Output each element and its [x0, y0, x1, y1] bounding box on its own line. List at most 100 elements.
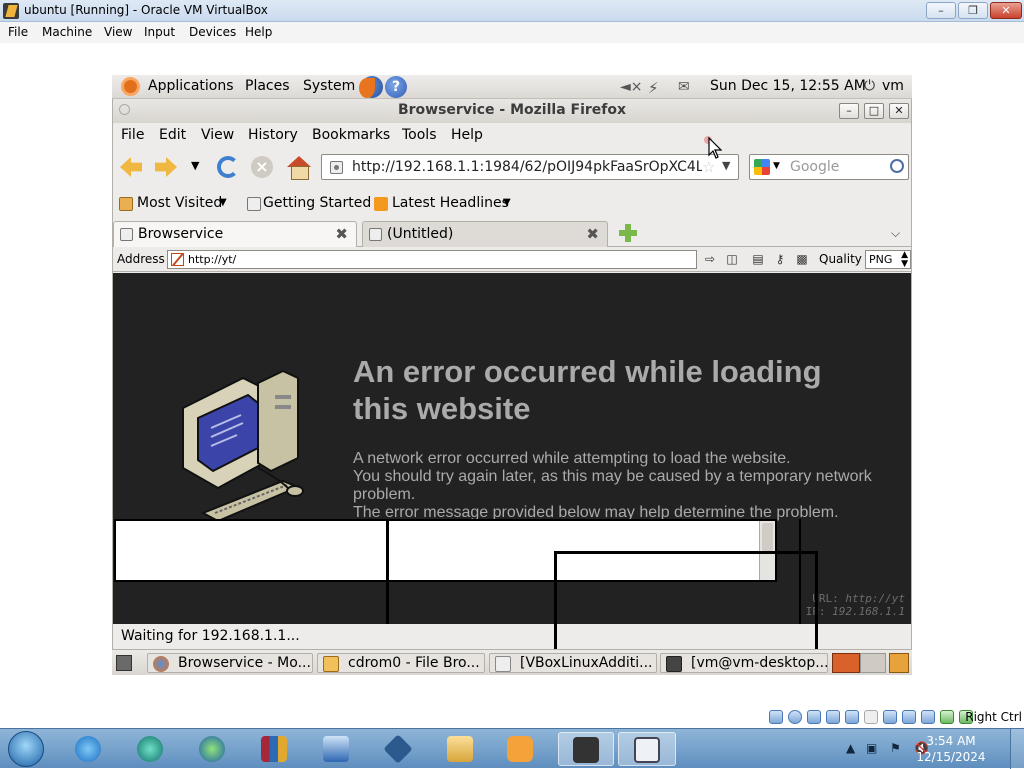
taskbar-item-label[interactable]: [VBoxLinuxAdditi... [520, 654, 653, 672]
vbox-close-button[interactable]: ✕ [990, 2, 1022, 19]
tab-label[interactable]: (Untitled) [387, 226, 453, 242]
chevron-down-icon[interactable]: ▼ [503, 197, 511, 208]
ff-menu-file[interactable]: File [121, 127, 144, 143]
bookmark-icon[interactable]: ◫ [723, 251, 741, 268]
ff-menu-history[interactable]: History [248, 127, 298, 143]
address-field[interactable]: http://yt/ [167, 250, 697, 269]
show-desktop-icon[interactable] [116, 655, 132, 671]
vbox-menu-devices[interactable]: Devices [189, 25, 236, 39]
audio-icon[interactable] [807, 710, 821, 724]
panel-clock[interactable]: Sun Dec 15, 12:55 AM [710, 78, 866, 94]
panel-menu-places[interactable]: Places [245, 78, 290, 94]
network-icon[interactable]: ⚡ [648, 79, 659, 97]
taskbar-internet-explorer[interactable] [66, 732, 110, 766]
url-bar-text[interactable]: http://192.168.1.1:1984/62/pOIJ94pkFaaSr… [352, 159, 702, 175]
close-tab-icon[interactable]: ✖ [586, 225, 599, 243]
back-arrow-icon[interactable] [120, 157, 142, 177]
quality-value[interactable]: PNG [869, 253, 892, 266]
ff-menu-edit[interactable]: Edit [159, 127, 186, 143]
workspace-switcher[interactable] [832, 653, 860, 673]
taskbar-media-player[interactable] [498, 732, 542, 766]
tray-network-icon[interactable]: ▣ [866, 741, 877, 755]
vbox-menu-input[interactable]: Input [144, 25, 175, 39]
taskbar-vm-recorder[interactable] [618, 732, 676, 766]
vbox-menu-view[interactable]: View [104, 25, 132, 39]
vbox-menu-help[interactable]: Help [245, 25, 272, 39]
help-launcher-icon[interactable]: ? [385, 76, 407, 98]
close-tab-icon[interactable]: ✖ [335, 225, 348, 243]
spinner-icon[interactable]: ▲ ▼ [901, 251, 908, 269]
tab-list-icon[interactable]: ⌵ [891, 226, 900, 241]
taskbar-item-browservice[interactable]: Browservice - Mo... [147, 653, 313, 673]
taskbar-item-label[interactable]: [vm@vm-desktop... [691, 654, 827, 672]
cpu-icon[interactable] [921, 710, 935, 724]
vbox-maximize-button[interactable]: ❐ [958, 2, 988, 19]
taskbar-app[interactable] [314, 732, 358, 766]
go-arrow-icon[interactable]: ⇨ [701, 251, 719, 268]
taskbar-item-vboxadditions[interactable]: [VBoxLinuxAdditi... [489, 653, 657, 673]
volume-icon[interactable]: ◄× [620, 79, 643, 95]
system-clock[interactable]: 3:54 AM 12/15/2024 [916, 733, 986, 765]
tab-untitled[interactable]: (Untitled) ✖ [362, 221, 608, 247]
panel-menu-applications[interactable]: Applications [148, 78, 234, 94]
trash-icon[interactable] [889, 653, 909, 673]
site-identity-icon[interactable] [330, 161, 343, 174]
bookmark-getting-started[interactable]: Getting Started [263, 195, 371, 211]
firefox-maximize-button[interactable]: □ [864, 103, 884, 119]
url-bar[interactable]: http://192.168.1.1:1984/62/pOIJ94pkFaaSr… [321, 154, 739, 180]
tab-label[interactable]: Browservice [138, 226, 223, 242]
search-icon[interactable] [890, 159, 904, 173]
search-placeholder[interactable]: Google [790, 159, 839, 175]
show-hidden-icons-icon[interactable]: ▲ [846, 741, 855, 755]
hdd-icon[interactable] [769, 710, 783, 724]
taskbar-virtualbox-manager[interactable] [376, 732, 420, 766]
workspace-switcher[interactable] [860, 653, 886, 673]
new-tab-icon[interactable] [619, 224, 637, 242]
show-desktop-button[interactable] [1010, 729, 1024, 769]
scrollbar-thumb[interactable] [762, 523, 773, 551]
quality-select[interactable]: PNG ▲ ▼ [865, 250, 911, 269]
firefox-minimize-button[interactable]: – [839, 103, 859, 119]
save-page-icon[interactable]: ▤ [749, 251, 767, 268]
optical-drive-icon[interactable] [788, 710, 802, 724]
forward-arrow-icon[interactable] [155, 157, 177, 177]
action-center-flag-icon[interactable]: ⚑ [890, 741, 901, 755]
power-icon[interactable]: ⏻ [864, 78, 875, 94]
shared-folders-icon[interactable] [864, 710, 878, 724]
ff-menu-view[interactable]: View [201, 127, 234, 143]
ff-menu-tools[interactable]: Tools [402, 127, 437, 143]
panel-menu-system[interactable]: System [303, 78, 355, 94]
google-engine-icon[interactable] [754, 159, 770, 175]
history-dropdown-icon[interactable]: ▼ [191, 159, 199, 172]
mail-icon[interactable]: ✉ [678, 79, 690, 95]
search-bar[interactable]: ▼ Google [749, 154, 909, 180]
taskbar-item-terminal[interactable]: [vm@vm-desktop... [660, 653, 828, 673]
taskbar-virtualbox-vm[interactable] [558, 732, 614, 766]
network-adapter-icon[interactable] [826, 710, 840, 724]
panel-username[interactable]: vm [882, 78, 904, 94]
firefox-close-button[interactable]: ✕ [889, 103, 909, 119]
firefox-launcher-icon[interactable] [359, 76, 383, 98]
clipboard-icon[interactable]: ▩ [793, 251, 811, 268]
taskbar-item-label[interactable]: cdrom0 - File Bro... [348, 654, 480, 672]
find-icon[interactable]: ⚷ [771, 251, 789, 268]
start-button[interactable] [8, 731, 44, 767]
taskbar-item-label[interactable]: Browservice - Mo... [178, 654, 311, 672]
bookmark-star-icon[interactable]: ☆ [702, 158, 715, 176]
taskbar-winrar[interactable] [252, 732, 296, 766]
vbox-minimize-button[interactable]: – [926, 2, 956, 19]
chevron-down-icon[interactable]: ▼ [219, 197, 227, 208]
vbox-menu-machine[interactable]: Machine [42, 25, 92, 39]
home-icon[interactable] [287, 156, 311, 180]
taskbar-item-cdrom[interactable]: cdrom0 - File Bro... [317, 653, 485, 673]
stop-icon[interactable]: × [251, 156, 273, 178]
taskbar-explorer[interactable] [438, 732, 482, 766]
tab-browservice[interactable]: Browservice ✖ [113, 221, 357, 247]
video-capture-icon[interactable] [902, 710, 916, 724]
address-text[interactable]: http://yt/ [188, 253, 236, 266]
bookmark-most-visited[interactable]: Most Visited [137, 195, 222, 211]
reload-icon[interactable] [217, 156, 239, 178]
ff-menu-help[interactable]: Help [451, 127, 483, 143]
mouse-integration-icon[interactable] [940, 710, 954, 724]
ff-menu-bookmarks[interactable]: Bookmarks [312, 127, 390, 143]
